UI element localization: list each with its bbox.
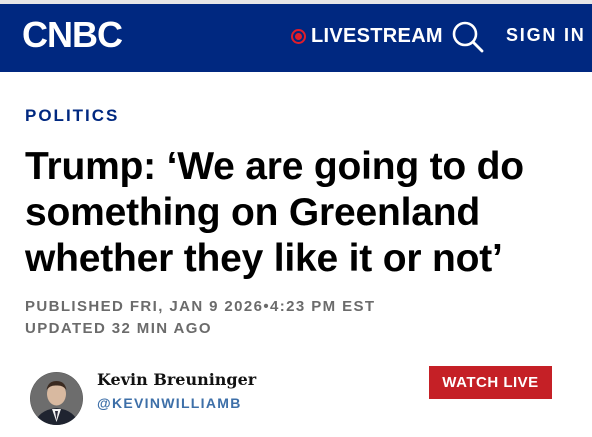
livestream-link[interactable]: LIVESTREAM (291, 22, 443, 50)
cnbc-logo[interactable]: CNBC (22, 14, 123, 55)
header-top-edge (0, 0, 592, 4)
author-name-link[interactable]: Kevin Breuninger (97, 370, 256, 389)
logo-text: CNBC (22, 14, 123, 55)
search-icon (452, 21, 484, 53)
search-button[interactable] (451, 20, 485, 54)
author-avatar[interactable] (30, 372, 83, 425)
article-headline: Trump: ‘We are going to do something on … (25, 145, 524, 280)
watch-live-button[interactable]: WATCH LIVE (429, 366, 552, 399)
livestream-label: LIVESTREAM (311, 24, 443, 47)
author-photo (30, 372, 83, 425)
section-label[interactable]: POLITICS (25, 106, 119, 126)
author-handle-link[interactable]: @KEVINWILLIAMB (97, 395, 242, 411)
updated-timestamp: UPDATED 32 MIN AGO (25, 320, 212, 337)
published-timestamp: PUBLISHED FRI, JAN 9 2026•4:23 PM EST (25, 298, 376, 315)
live-dot-icon (291, 28, 306, 44)
site-header: CNBC LIVESTREAM SIGN IN (0, 0, 592, 72)
sign-in-button[interactable]: SIGN IN (506, 25, 586, 46)
